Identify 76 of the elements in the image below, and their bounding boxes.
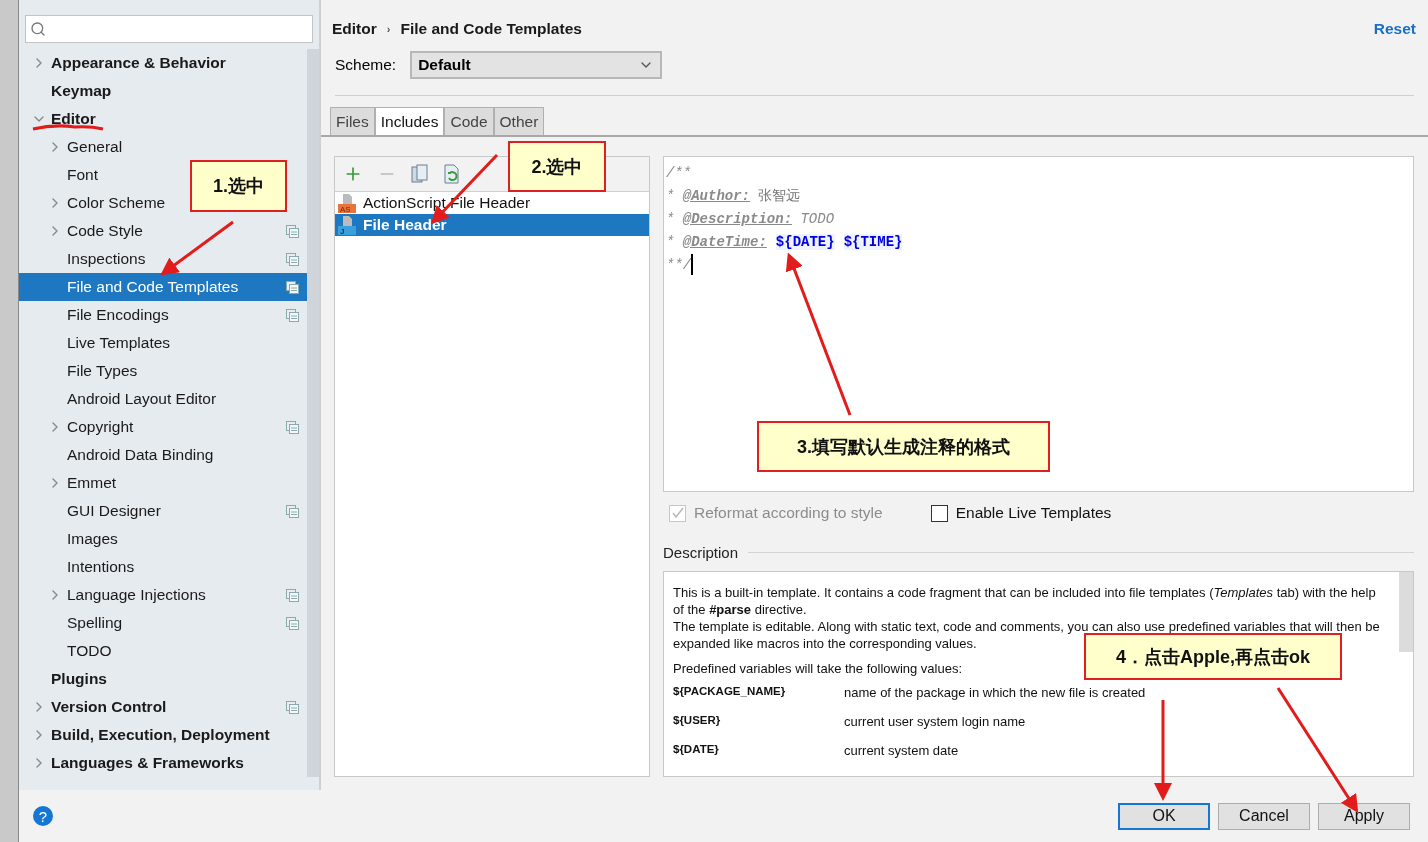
tree-item[interactable]: Android Data Binding — [19, 441, 216, 469]
tree-item[interactable]: Intentions — [19, 553, 137, 581]
copy-icon — [286, 616, 299, 630]
breadcrumb-item: File and Code Templates — [400, 20, 582, 38]
dialog-button[interactable]: Cancel — [1218, 802, 1310, 830]
tree-item[interactable]: Plugins — [19, 665, 109, 693]
search-icon — [30, 21, 46, 37]
tree-item[interactable]: Live Templates — [19, 329, 173, 357]
tree-item[interactable]: GUI Designer — [19, 497, 307, 525]
tab[interactable]: Code — [444, 107, 494, 135]
section-title: Description — [663, 544, 739, 561]
copy-icon — [286, 700, 299, 714]
tree-item[interactable]: Language Injections — [19, 581, 307, 609]
note-tooltip: 1.选中 — [190, 160, 287, 212]
note-tooltip: 2.选中 — [508, 141, 606, 192]
copy-icon — [286, 224, 299, 238]
variable-name: ${USER} — [673, 714, 722, 726]
copy-icon — [286, 252, 299, 266]
tree-item[interactable]: Languages & Frameworks — [19, 749, 246, 777]
note-tooltip: 3.填写默认生成注释的格式 — [757, 421, 1050, 472]
tree-item[interactable]: Keymap — [19, 77, 114, 105]
copy-icon — [286, 420, 299, 434]
underline-mark — [32, 124, 104, 131]
help-icon[interactable]: ? — [33, 806, 53, 826]
scheme-label: Scheme: — [335, 56, 397, 74]
tab[interactable]: Includes — [374, 107, 445, 135]
search-field[interactable] — [25, 15, 313, 43]
reset-link[interactable]: Reset — [1373, 20, 1416, 38]
variable-description: name of the package in which the new file is created — [844, 685, 1146, 700]
scrollbar[interactable] — [1399, 572, 1413, 652]
reset-icon[interactable] — [443, 164, 461, 184]
tree-item[interactable]: General — [19, 133, 125, 161]
tree-item[interactable]: Spelling — [19, 609, 307, 637]
tree-item[interactable]: TODO — [19, 637, 114, 665]
tree-item[interactable]: Version Control — [19, 693, 307, 721]
tree-item[interactable]: Code Style — [19, 217, 307, 245]
checkbox-option[interactable]: Enable Live Templates — [930, 504, 1112, 522]
tree-item[interactable]: Android Layout Editor — [19, 385, 219, 413]
copy-icon — [286, 280, 299, 294]
description-text: Predefined variables will take the following values: — [673, 660, 963, 677]
check-icon — [671, 507, 684, 519]
copy-icon — [286, 588, 299, 602]
tree-item[interactable]: Emmet — [19, 469, 119, 497]
variable-description: current user system login name — [844, 714, 1026, 729]
variable-name: ${DATE} — [673, 743, 720, 755]
dialog-button[interactable]: Apply — [1318, 802, 1410, 830]
copy-icon[interactable] — [411, 164, 429, 184]
tree-item[interactable]: File Types — [19, 357, 140, 385]
tab[interactable]: Other — [493, 107, 545, 135]
code-line: * @Description: TODO — [666, 209, 836, 229]
template-item[interactable]: J File Header — [335, 214, 649, 236]
tree-item[interactable]: File Encodings — [19, 301, 307, 329]
variable-description: current system date — [844, 743, 959, 758]
tree-item[interactable]: Copyright — [19, 413, 307, 441]
scheme-dropdown[interactable]: Default — [410, 51, 663, 79]
code-line: * @DateTime: ${DATE} ${TIME} — [666, 232, 904, 252]
copy-icon — [286, 308, 299, 322]
code-line: /** — [666, 163, 693, 183]
tree-item[interactable]: Color Scheme — [19, 189, 168, 217]
text-cursor — [691, 254, 694, 275]
breadcrumb-item: Editor — [332, 20, 377, 38]
tree-item[interactable]: Font — [19, 161, 100, 189]
code-line: **/ — [666, 253, 695, 276]
variable-name: ${PACKAGE_NAME} — [673, 685, 787, 697]
tree-item[interactable]: Build, Execution, Deployment — [19, 721, 272, 749]
breadcrumb-separator: › — [386, 23, 391, 35]
tree-item[interactable]: File and Code Templates — [19, 273, 307, 301]
tab[interactable]: Files — [330, 107, 375, 135]
tree-item[interactable]: Images — [19, 525, 120, 553]
code-line: * @Author: 张智远 — [666, 186, 802, 206]
tree-item[interactable]: Appearance & Behavior — [19, 49, 228, 77]
tree-item[interactable]: Inspections — [19, 245, 307, 273]
copy-icon — [286, 504, 299, 518]
tree-item[interactable]: Editor — [19, 105, 98, 133]
dialog-button[interactable]: OK — [1118, 802, 1210, 830]
scrollbar[interactable] — [307, 49, 319, 777]
